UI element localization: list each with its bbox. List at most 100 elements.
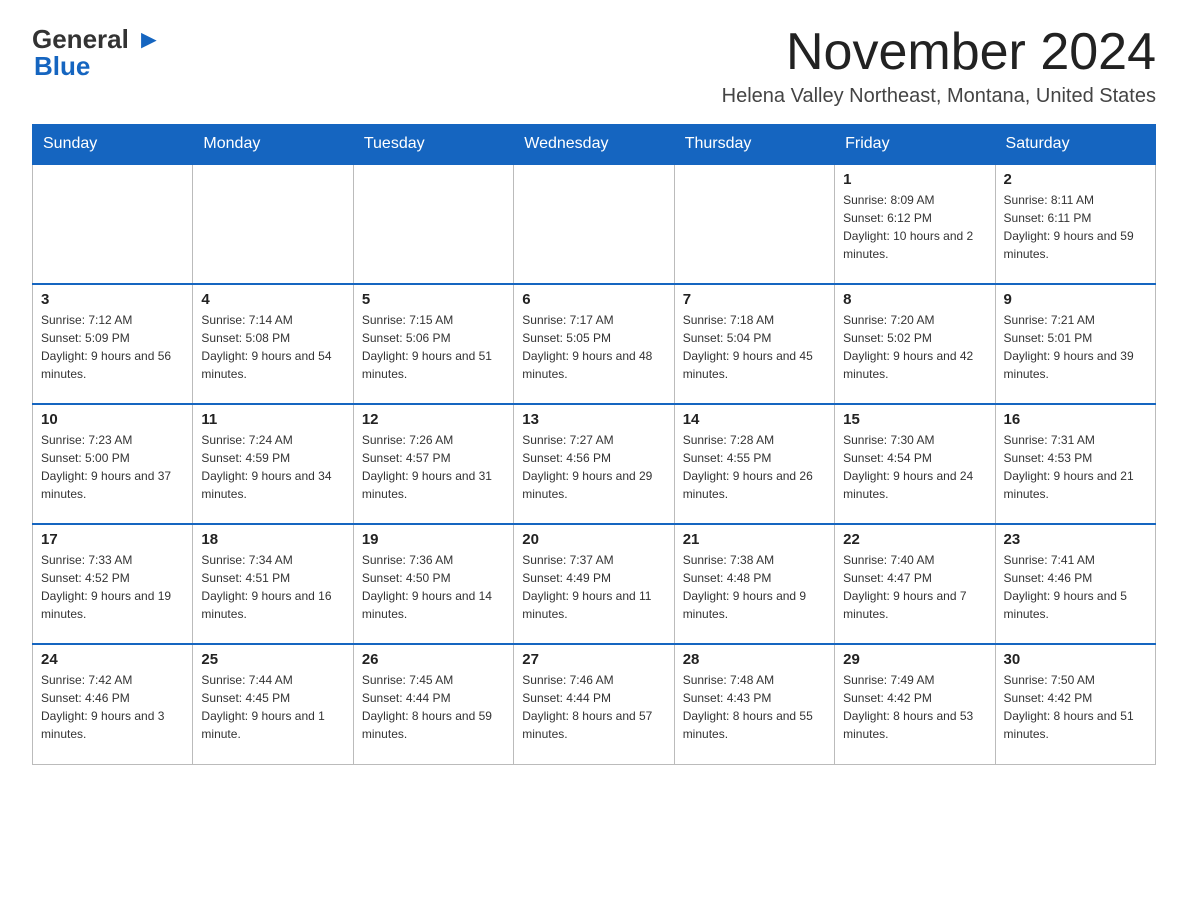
day-number: 27 — [522, 651, 665, 668]
day-sun-info: Sunrise: 7:14 AMSunset: 5:08 PMDaylight:… — [201, 311, 344, 383]
page-header: General ► Blue November 2024 Helena Vall… — [32, 24, 1156, 108]
calendar-cell: 6Sunrise: 7:17 AMSunset: 5:05 PMDaylight… — [514, 284, 674, 404]
day-number: 10 — [41, 411, 184, 428]
calendar-cell: 8 Sunrise: 7:20 AMSunset: 5:02 PMDaylight… — [835, 284, 995, 404]
day-sun-info: Sunrise: 7:24 AMSunset: 4:59 PMDaylight:… — [201, 431, 344, 503]
calendar-cell: 12 Sunrise: 7:26 AMSunset: 4:57 PMDayligh… — [353, 404, 513, 524]
day-sun-info: Sunrise: 7:50 AMSunset: 4:42 PMDaylight:… — [1004, 671, 1147, 743]
day-sun-info: Sunrise: 7:45 AMSunset: 4:44 PMDaylight:… — [362, 671, 505, 743]
calendar-cell: 13Sunrise: 7:27 AMSunset: 4:56 PMDayligh… — [514, 404, 674, 524]
weekday-header-monday: Monday — [193, 125, 353, 165]
day-sun-info: Sunrise: 7:21 AMSunset: 5:01 PMDaylight:… — [1004, 311, 1147, 383]
day-sun-info: Sunrise: 7:38 AMSunset: 4:48 PMDaylight:… — [683, 551, 826, 623]
day-number: 19 — [362, 531, 505, 548]
day-number: 15 — [843, 411, 986, 428]
day-sun-info: Sunrise: 7:18 AMSunset: 5:04 PMDaylight:… — [683, 311, 826, 383]
day-number: 25 — [201, 651, 344, 668]
calendar-cell: 27Sunrise: 7:46 AMSunset: 4:44 PMDayligh… — [514, 644, 674, 764]
calendar-cell: 9 Sunrise: 7:21 AMSunset: 5:01 PMDaylight… — [995, 284, 1155, 404]
day-sun-info: Sunrise: 7:17 AMSunset: 5:05 PMDaylight:… — [522, 311, 665, 383]
weekday-header-wednesday: Wednesday — [514, 125, 674, 165]
day-number: 2 — [1004, 171, 1147, 188]
calendar-cell: 5Sunrise: 7:15 AMSunset: 5:06 PMDaylight… — [353, 284, 513, 404]
day-sun-info: Sunrise: 7:12 AMSunset: 5:09 PMDaylight:… — [41, 311, 184, 383]
calendar-cell: 21 Sunrise: 7:38 AMSunset: 4:48 PMDayligh… — [674, 524, 834, 644]
calendar-cell: 11 Sunrise: 7:24 AMSunset: 4:59 PMDayligh… — [193, 404, 353, 524]
day-number: 28 — [683, 651, 826, 668]
day-sun-info: Sunrise: 7:44 AMSunset: 4:45 PMDaylight:… — [201, 671, 344, 743]
logo-blue-text: Blue — [34, 51, 90, 82]
day-sun-info: Sunrise: 7:37 AMSunset: 4:49 PMDaylight:… — [522, 551, 665, 623]
day-number: 4 — [201, 291, 344, 308]
day-sun-info: Sunrise: 7:41 AMSunset: 4:46 PMDaylight:… — [1004, 551, 1147, 623]
day-sun-info: Sunrise: 7:42 AMSunset: 4:46 PMDaylight:… — [41, 671, 184, 743]
calendar-cell: 1 Sunrise: 8:09 AMSunset: 6:12 PMDaylight… — [835, 164, 995, 284]
day-number: 11 — [201, 411, 344, 428]
calendar-cell: 14Sunrise: 7:28 AMSunset: 4:55 PMDayligh… — [674, 404, 834, 524]
day-sun-info: Sunrise: 7:34 AMSunset: 4:51 PMDaylight:… — [201, 551, 344, 623]
calendar-week-row: 24 Sunrise: 7:42 AMSunset: 4:46 PMDayligh… — [33, 644, 1156, 764]
day-number: 21 — [683, 531, 826, 548]
weekday-header-sunday: Sunday — [33, 125, 193, 165]
logo: General ► Blue — [32, 24, 162, 82]
day-number: 18 — [201, 531, 344, 548]
day-number: 9 — [1004, 291, 1147, 308]
day-sun-info: Sunrise: 7:27 AMSunset: 4:56 PMDaylight:… — [522, 431, 665, 503]
calendar-week-row: 3 Sunrise: 7:12 AMSunset: 5:09 PMDaylight… — [33, 284, 1156, 404]
calendar-cell: 20Sunrise: 7:37 AMSunset: 4:49 PMDayligh… — [514, 524, 674, 644]
day-sun-info: Sunrise: 7:40 AMSunset: 4:47 PMDaylight:… — [843, 551, 986, 623]
calendar-cell: 29Sunrise: 7:49 AMSunset: 4:42 PMDayligh… — [835, 644, 995, 764]
weekday-header-tuesday: Tuesday — [353, 125, 513, 165]
weekday-header-saturday: Saturday — [995, 125, 1155, 165]
day-number: 1 — [843, 171, 986, 188]
calendar-cell: 10 Sunrise: 7:23 AMSunset: 5:00 PMDayligh… — [33, 404, 193, 524]
calendar-cell: 3 Sunrise: 7:12 AMSunset: 5:09 PMDaylight… — [33, 284, 193, 404]
calendar-week-row: 1 Sunrise: 8:09 AMSunset: 6:12 PMDaylight… — [33, 164, 1156, 284]
calendar-cell: 25 Sunrise: 7:44 AMSunset: 4:45 PMDayligh… — [193, 644, 353, 764]
day-number: 29 — [843, 651, 986, 668]
day-sun-info: Sunrise: 7:23 AMSunset: 5:00 PMDaylight:… — [41, 431, 184, 503]
calendar-cell: 7 Sunrise: 7:18 AMSunset: 5:04 PMDaylight… — [674, 284, 834, 404]
day-sun-info: Sunrise: 7:26 AMSunset: 4:57 PMDaylight:… — [362, 431, 505, 503]
calendar-cell — [674, 164, 834, 284]
day-number: 23 — [1004, 531, 1147, 548]
day-number: 12 — [362, 411, 505, 428]
day-number: 24 — [41, 651, 184, 668]
day-number: 7 — [683, 291, 826, 308]
calendar-week-row: 17 Sunrise: 7:33 AMSunset: 4:52 PMDayligh… — [33, 524, 1156, 644]
calendar-cell: 19 Sunrise: 7:36 AMSunset: 4:50 PMDayligh… — [353, 524, 513, 644]
day-sun-info: Sunrise: 8:09 AMSunset: 6:12 PMDaylight:… — [843, 191, 986, 263]
calendar-cell: 18 Sunrise: 7:34 AMSunset: 4:51 PMDayligh… — [193, 524, 353, 644]
calendar-cell: 4 Sunrise: 7:14 AMSunset: 5:08 PMDaylight… — [193, 284, 353, 404]
calendar-cell — [193, 164, 353, 284]
day-number: 30 — [1004, 651, 1147, 668]
day-sun-info: Sunrise: 7:28 AMSunset: 4:55 PMDaylight:… — [683, 431, 826, 503]
weekday-header-friday: Friday — [835, 125, 995, 165]
day-number: 8 — [843, 291, 986, 308]
day-number: 22 — [843, 531, 986, 548]
weekday-header-row: SundayMondayTuesdayWednesdayThursdayFrid… — [33, 125, 1156, 165]
calendar-cell — [353, 164, 513, 284]
day-number: 17 — [41, 531, 184, 548]
day-sun-info: Sunrise: 7:36 AMSunset: 4:50 PMDaylight:… — [362, 551, 505, 623]
day-sun-info: Sunrise: 8:11 AMSunset: 6:11 PMDaylight:… — [1004, 191, 1147, 263]
day-number: 16 — [1004, 411, 1147, 428]
month-title: November 2024 — [722, 24, 1156, 81]
calendar-cell: 16 Sunrise: 7:31 AMSunset: 4:53 PMDayligh… — [995, 404, 1155, 524]
day-sun-info: Sunrise: 7:33 AMSunset: 4:52 PMDaylight:… — [41, 551, 184, 623]
day-number: 3 — [41, 291, 184, 308]
calendar-cell: 17 Sunrise: 7:33 AMSunset: 4:52 PMDayligh… — [33, 524, 193, 644]
calendar-cell: 26 Sunrise: 7:45 AMSunset: 4:44 PMDayligh… — [353, 644, 513, 764]
day-number: 26 — [362, 651, 505, 668]
calendar-cell: 28Sunrise: 7:48 AMSunset: 4:43 PMDayligh… — [674, 644, 834, 764]
day-sun-info: Sunrise: 7:30 AMSunset: 4:54 PMDaylight:… — [843, 431, 986, 503]
calendar-cell — [33, 164, 193, 284]
day-sun-info: Sunrise: 7:31 AMSunset: 4:53 PMDaylight:… — [1004, 431, 1147, 503]
location-title: Helena Valley Northeast, Montana, United… — [722, 85, 1156, 108]
calendar-cell: 24 Sunrise: 7:42 AMSunset: 4:46 PMDayligh… — [33, 644, 193, 764]
day-sun-info: Sunrise: 7:15 AMSunset: 5:06 PMDaylight:… — [362, 311, 505, 383]
weekday-header-thursday: Thursday — [674, 125, 834, 165]
calendar-cell: 2 Sunrise: 8:11 AMSunset: 6:11 PMDaylight… — [995, 164, 1155, 284]
calendar-cell: 15 Sunrise: 7:30 AMSunset: 4:54 PMDayligh… — [835, 404, 995, 524]
day-sun-info: Sunrise: 7:20 AMSunset: 5:02 PMDaylight:… — [843, 311, 986, 383]
